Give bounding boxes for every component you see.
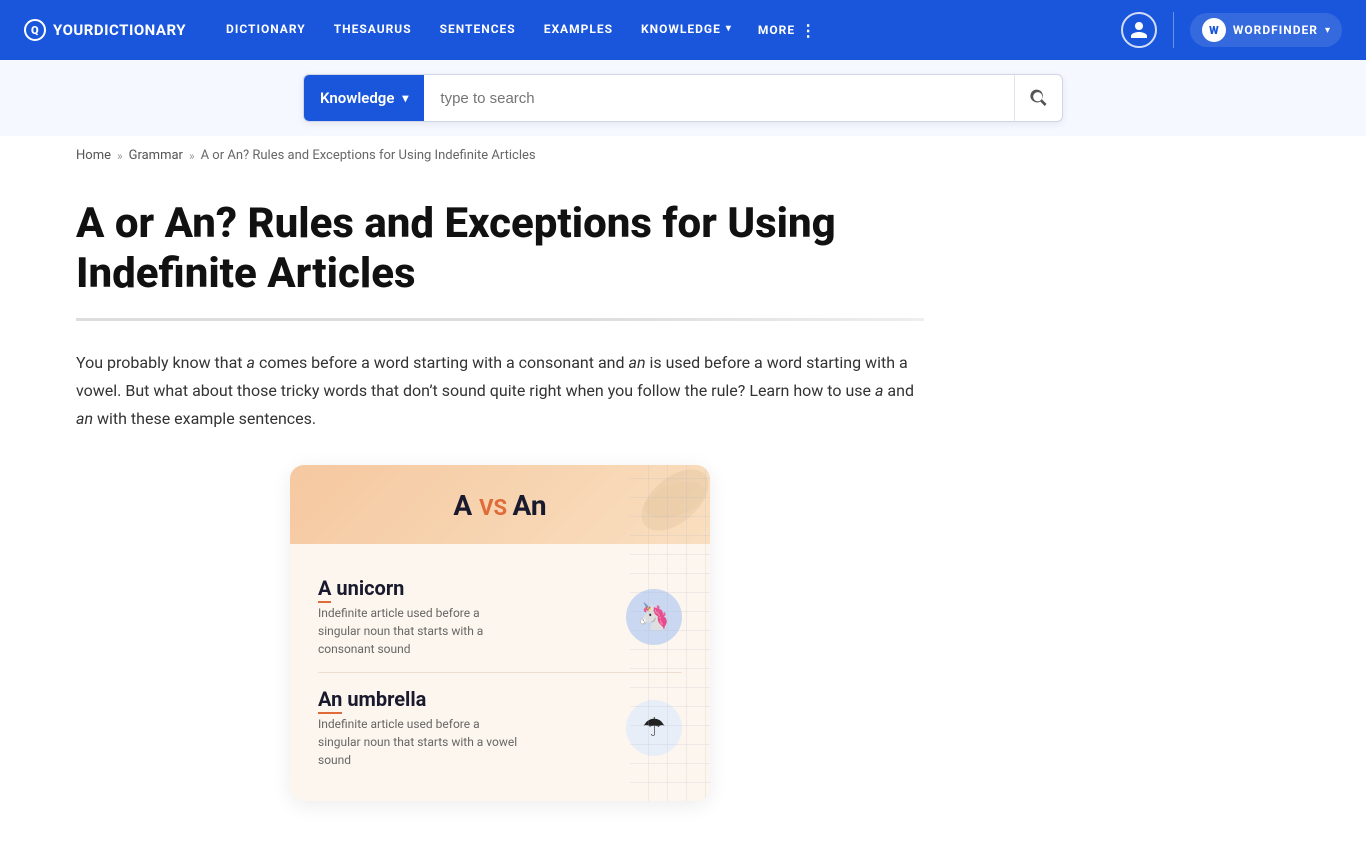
wordfinder-label: WORDFINDER — [1233, 23, 1318, 37]
wordfinder-button[interactable]: W WORDFINDER ▾ — [1190, 13, 1342, 47]
article-title: A or An? Rules and Exceptions for Using … — [76, 199, 924, 300]
infographic-umbrella-text: An umbrella Indefinite article used befo… — [318, 687, 612, 769]
nav-right: W WORDFINDER ▾ — [1121, 12, 1342, 48]
search-button[interactable] — [1014, 75, 1062, 121]
intro-an: an — [629, 353, 646, 372]
intro-a: a — [247, 353, 255, 372]
article-intro: You probably know that a comes before a … — [76, 349, 924, 433]
search-category-dropdown[interactable]: Knowledge ▾ — [304, 75, 424, 121]
nav-link-examples[interactable]: EXAMPLES — [532, 0, 625, 60]
intro-text-2: comes before a word starting with a cons… — [255, 353, 629, 372]
site-logo[interactable]: Q YOURDICTIONARY — [24, 19, 186, 41]
leaf-decoration-icon — [630, 465, 710, 545]
nav-bar: Q YOURDICTIONARY DICTIONARY THESAURUS SE… — [0, 0, 1366, 60]
infographic-row-unicorn: A unicorn Indefinite article used before… — [318, 562, 682, 673]
article-divider — [76, 318, 924, 321]
intro-text-1: You probably know that — [76, 353, 247, 372]
main-content: A or An? Rules and Exceptions for Using … — [0, 175, 1000, 841]
logo-icon: Q — [24, 19, 46, 41]
wordfinder-chevron-down-icon: ▾ — [1325, 25, 1330, 36]
word-umbrella-rest: umbrella — [342, 687, 426, 711]
nav-divider — [1173, 12, 1174, 48]
user-icon-button[interactable] — [1121, 12, 1157, 48]
wordfinder-logo: W — [1202, 18, 1226, 42]
breadcrumb-grammar[interactable]: Grammar — [129, 148, 183, 163]
search-bar: Knowledge ▾ — [303, 74, 1063, 122]
knowledge-chevron-down-icon: ▾ — [726, 23, 732, 34]
nav-link-knowledge-label: KNOWLEDGE — [641, 22, 721, 36]
nav-link-knowledge[interactable]: KNOWLEDGE ▾ — [629, 0, 744, 60]
infographic-icon-umbrella: ☂ — [626, 700, 682, 756]
word-a-underline: A — [318, 576, 331, 603]
nav-links: DICTIONARY THESAURUS SENTENCES EXAMPLES … — [214, 0, 1121, 60]
infographic-row-umbrella: An umbrella Indefinite article used befo… — [318, 673, 682, 783]
infographic-unicorn-text: A unicorn Indefinite article used before… — [318, 576, 612, 658]
nav-link-sentences[interactable]: SENTENCES — [428, 0, 528, 60]
title-an: An — [513, 489, 547, 522]
infographic-word-umbrella: An umbrella — [318, 687, 612, 711]
breadcrumb-sep-2: » — [189, 149, 195, 163]
intro-text-4: and — [883, 381, 914, 400]
breadcrumb-sep-1: » — [117, 149, 123, 163]
intro-text-5: with these example sentences. — [93, 409, 316, 428]
dropdown-chevron-down-icon: ▾ — [402, 91, 408, 105]
infographic-body: A unicorn Indefinite article used before… — [290, 544, 710, 801]
logo-text: YOURDICTIONARY — [53, 21, 186, 39]
search-section: Knowledge ▾ — [0, 60, 1366, 136]
infographic-container: A VS An A unicorn Indefinite article use… — [76, 465, 924, 801]
search-input[interactable] — [424, 75, 1014, 121]
nav-link-thesaurus[interactable]: THESAURUS — [322, 0, 424, 60]
nav-link-more[interactable]: MORE ⋮ — [748, 0, 827, 60]
infographic-word-unicorn: A unicorn — [318, 576, 612, 600]
infographic-header: A VS An — [290, 465, 710, 544]
search-category-label: Knowledge — [320, 89, 394, 107]
infographic-desc-unicorn: Indefinite article used before a singula… — [318, 604, 518, 658]
infographic-title: A VS An — [318, 489, 682, 522]
nav-link-dictionary-label: DICTIONARY — [226, 22, 306, 36]
user-avatar-icon — [1129, 20, 1149, 40]
breadcrumb: Home » Grammar » A or An? Rules and Exce… — [0, 136, 1366, 175]
infographic: A VS An A unicorn Indefinite article use… — [290, 465, 710, 801]
breadcrumb-home[interactable]: Home — [76, 148, 111, 163]
nav-link-thesaurus-label: THESAURUS — [334, 22, 412, 36]
more-dots-icon: ⋮ — [800, 21, 817, 40]
search-icon — [1029, 88, 1049, 108]
title-a: A — [453, 489, 472, 522]
intro-an2: an — [76, 409, 93, 428]
nav-link-sentences-label: SENTENCES — [440, 22, 516, 36]
nav-link-more-label: MORE — [758, 23, 795, 37]
nav-link-dictionary[interactable]: DICTIONARY — [214, 0, 318, 60]
breadcrumb-current: A or An? Rules and Exceptions for Using … — [201, 148, 536, 163]
word-unicorn-rest: unicorn — [331, 576, 404, 600]
title-vs: VS — [479, 496, 512, 521]
nav-link-examples-label: EXAMPLES — [544, 22, 613, 36]
infographic-desc-umbrella: Indefinite article used before a singula… — [318, 715, 518, 769]
infographic-icon-unicorn: 🦄 — [626, 589, 682, 645]
word-an-underline: An — [318, 687, 342, 714]
